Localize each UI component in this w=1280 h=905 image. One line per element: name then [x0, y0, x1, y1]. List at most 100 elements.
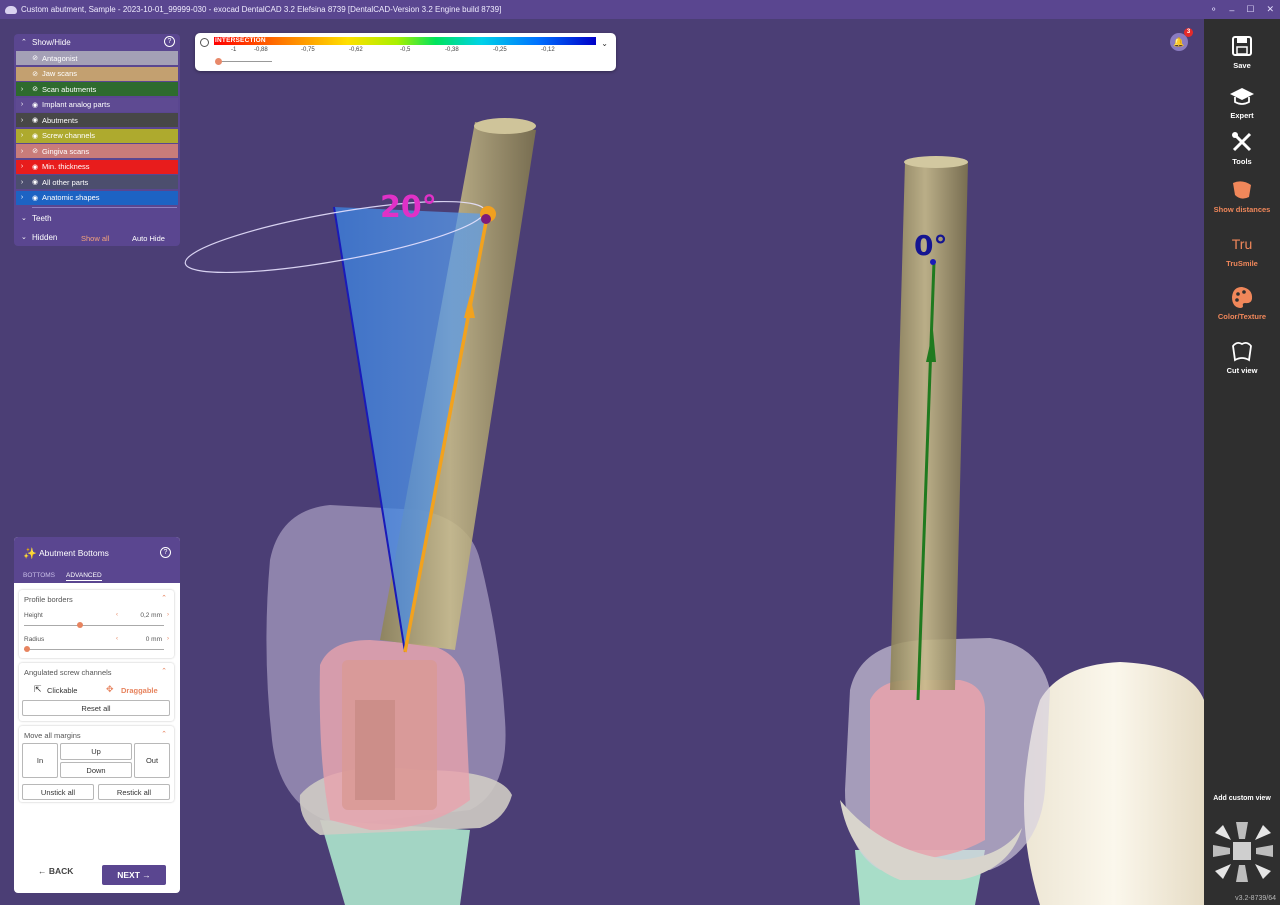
chevron-down-icon[interactable]: ⌄ [601, 39, 608, 48]
chevron-right-icon[interactable]: › [16, 117, 28, 124]
3d-scene[interactable] [0, 19, 1204, 905]
chevron-right-icon[interactable]: › [16, 179, 28, 186]
tab-advanced[interactable]: ADVANCED [66, 572, 102, 581]
scale-tick: -0,62 [349, 47, 363, 53]
help-icon[interactable]: ? [160, 547, 171, 558]
move-all-margins-section: Move all margins ⌃ In Up Down Out Unstic… [19, 726, 174, 802]
margin-up-button[interactable]: Up [60, 743, 132, 760]
auto-hide-button[interactable]: Auto Hide [132, 234, 165, 243]
teeth-group[interactable]: ⌄ Teeth [14, 212, 180, 226]
layer-label: Antagonist [42, 53, 78, 63]
eye-hidden-icon[interactable]: ⊘ [28, 70, 42, 78]
chevron-right-icon[interactable]: › [16, 132, 28, 139]
height-increase-button[interactable]: › [167, 612, 169, 618]
layer-row[interactable]: › ◉ Implant analog parts [16, 97, 178, 112]
radius-value[interactable]: 0 mm [146, 636, 162, 643]
trusmile-icon: Tru [1229, 231, 1255, 257]
layer-row[interactable]: › ◉ Screw channels [16, 128, 178, 143]
minimize-button[interactable]: – [1229, 5, 1234, 15]
abutment-tabs: BOTTOMS ADVANCED [14, 569, 180, 583]
left-implant-model[interactable] [266, 505, 512, 905]
radius-slider-handle[interactable] [24, 646, 30, 652]
eye-icon[interactable]: ◉ [28, 178, 42, 186]
save-button[interactable]: Save [1204, 33, 1280, 70]
scale-tick: -0,5 [400, 47, 411, 53]
height-slider-handle[interactable] [77, 622, 83, 628]
caret-up-icon[interactable]: ⌃ [161, 594, 167, 602]
caret-up-icon[interactable]: ⌃ [161, 667, 167, 675]
chevron-right-icon[interactable]: › [16, 101, 28, 108]
eye-icon[interactable]: ◉ [28, 163, 42, 171]
caret-up-icon[interactable]: ⌃ [161, 730, 167, 738]
restick-all-button[interactable]: Restick all [98, 784, 170, 800]
hidden-group[interactable]: ⌄ Hidden Show all Auto Hide [14, 231, 180, 245]
chevron-down-icon[interactable]: ⌄ [21, 233, 27, 241]
profile-borders-section: Profile borders ⌃ Height ‹ 0,2 mm › Radi… [19, 590, 174, 658]
color-texture-button[interactable]: Color/Texture [1204, 284, 1280, 321]
show-all-button[interactable]: Show all [81, 234, 109, 243]
height-slider[interactable] [24, 625, 164, 626]
chevron-right-icon[interactable]: › [16, 148, 28, 155]
add-custom-view-button[interactable]: Add custom view [1204, 795, 1280, 802]
radius-increase-button[interactable]: › [167, 636, 169, 642]
magic-wand-icon: ✨ [23, 548, 37, 560]
show-hide-panel: ⌃ Show/Hide ? ⊘ Antagonist ⊘ Jaw scans › ⊘ Sca… [14, 34, 180, 246]
reset-all-button[interactable]: Reset all [22, 700, 170, 716]
layer-row[interactable]: › ◉ Anatomic shapes [16, 190, 178, 205]
back-button[interactable]: ← BACK [38, 866, 73, 876]
tab-bottoms[interactable]: BOTTOMS [23, 572, 55, 579]
radius-slider[interactable] [24, 649, 164, 650]
layer-row[interactable]: ⊘ Antagonist [16, 51, 178, 65]
eye-hidden-icon[interactable]: ⊘ [28, 54, 42, 62]
caret-up-icon[interactable]: ⌃ [21, 38, 27, 46]
chevron-down-icon[interactable]: ⌄ [21, 214, 27, 222]
show-hide-header[interactable]: ⌃ Show/Hide ? [14, 34, 180, 50]
scale-slider-handle[interactable] [215, 58, 222, 65]
eye-icon[interactable]: ◉ [28, 101, 42, 109]
layer-row[interactable]: › ⊘ Gingiva scans [16, 144, 178, 158]
scale-tick: -0,12 [541, 47, 555, 53]
draggable-option[interactable]: Draggable [121, 686, 158, 695]
margin-down-button[interactable]: Down [60, 762, 132, 778]
show-distances-button[interactable]: Show distances [1204, 177, 1280, 214]
layer-row[interactable]: › ◉ Min. thickness [16, 159, 178, 174]
margin-in-button[interactable]: In [22, 743, 58, 778]
palette-icon [1232, 287, 1253, 308]
height-value[interactable]: 0,2 mm [140, 612, 162, 619]
eye-icon[interactable]: ◉ [28, 116, 42, 124]
unstick-all-button[interactable]: Unstick all [22, 784, 94, 800]
expert-button[interactable]: Expert [1204, 83, 1280, 120]
eye-hidden-icon[interactable]: ⊘ [28, 85, 42, 93]
window-title: Custom abutment, Sample - 2023-10-01_999… [21, 5, 502, 14]
margin-out-button[interactable]: Out [134, 743, 170, 778]
help-icon[interactable]: ? [164, 36, 175, 47]
color-scale-panel[interactable]: INTERSECTION -1 -0,88 -0,75 -0,62 -0,5 -… [195, 33, 616, 71]
chevron-right-icon[interactable]: › [16, 194, 28, 201]
scale-slider-track[interactable] [217, 61, 272, 62]
trusmile-button[interactable]: Tru TruSmile [1204, 231, 1280, 268]
clickable-option[interactable]: Clickable [47, 686, 77, 695]
radius-decrease-button[interactable]: ‹ [116, 636, 118, 642]
layer-row[interactable]: › ⊘ Scan abutments [16, 82, 178, 96]
layer-label: Scan abutments [42, 84, 97, 94]
eye-icon[interactable]: ◉ [28, 194, 42, 202]
tools-button[interactable]: Tools [1204, 129, 1280, 166]
maximize-button[interactable]: ☐ [1246, 4, 1254, 15]
3d-viewport[interactable]: 20° 0° [0, 19, 1204, 905]
cut-view-button[interactable]: Cut view [1204, 338, 1280, 375]
view-navigator-icon[interactable] [1210, 819, 1276, 885]
move-icon: ✥ [106, 684, 114, 694]
close-button[interactable]: ✕ [1266, 4, 1274, 15]
notification-count-badge: 3 [1184, 28, 1193, 37]
eye-hidden-icon[interactable]: ⊘ [28, 147, 42, 155]
height-decrease-button[interactable]: ‹ [116, 612, 118, 618]
gauge-icon[interactable] [200, 38, 209, 47]
chevron-right-icon[interactable]: › [16, 86, 28, 93]
account-button[interactable]: ⚬ [1210, 4, 1218, 15]
eye-icon[interactable]: ◉ [28, 132, 42, 140]
layer-row[interactable]: ⊘ Jaw scans [16, 66, 178, 81]
next-button[interactable]: NEXT → [102, 865, 166, 885]
layer-row[interactable]: › ◉ Abutments [16, 113, 178, 127]
chevron-right-icon[interactable]: › [16, 163, 28, 170]
layer-row[interactable]: › ◉ All other parts [16, 175, 178, 189]
